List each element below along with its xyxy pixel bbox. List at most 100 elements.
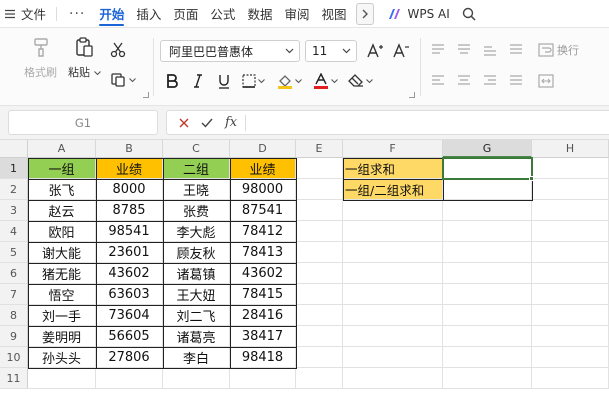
- cell-c11[interactable]: [163, 368, 230, 389]
- cell-c5[interactable]: 顾友秋: [163, 242, 230, 263]
- cell-b9[interactable]: 56605: [96, 326, 163, 347]
- cell-b11[interactable]: [96, 368, 163, 389]
- cell-c7[interactable]: 王大妞: [163, 284, 230, 305]
- italic-button[interactable]: [186, 70, 210, 92]
- cell-b8[interactable]: 73604: [96, 305, 163, 326]
- cell-h10[interactable]: [532, 347, 609, 368]
- cell-f7[interactable]: [343, 284, 443, 305]
- cell-g3[interactable]: [443, 200, 532, 221]
- cell-f4[interactable]: [343, 221, 443, 242]
- cell-f1[interactable]: 一组求和: [343, 158, 443, 179]
- cell-d1[interactable]: 业绩: [230, 158, 296, 179]
- bold-button[interactable]: [162, 70, 182, 92]
- cell-f9[interactable]: [343, 326, 443, 347]
- cell-h6[interactable]: [532, 263, 609, 284]
- border-button[interactable]: [238, 70, 268, 92]
- cell-d7[interactable]: 78415: [230, 284, 296, 305]
- column-header-f[interactable]: F: [343, 140, 443, 158]
- cell-e9[interactable]: [296, 326, 343, 347]
- cell-d5[interactable]: 78413: [230, 242, 296, 263]
- cell-c8[interactable]: 刘二飞: [163, 305, 230, 326]
- search-button[interactable]: [462, 7, 476, 21]
- cell-e6[interactable]: [296, 263, 343, 284]
- cell-c1[interactable]: 二组: [163, 158, 230, 179]
- cell-g2[interactable]: [443, 179, 532, 200]
- cell-b4[interactable]: 98541: [96, 221, 163, 242]
- font-color-button[interactable]: [308, 70, 342, 92]
- font-group-launcher[interactable]: [409, 92, 415, 98]
- align-left-button[interactable]: [430, 72, 446, 90]
- cell-a6[interactable]: 猪无能: [28, 263, 96, 284]
- row-header-6[interactable]: 6: [0, 263, 28, 284]
- cell-e10[interactable]: [296, 347, 343, 368]
- cut-button[interactable]: [108, 40, 128, 60]
- column-header-e[interactable]: E: [296, 140, 343, 158]
- fill-color-button[interactable]: [272, 70, 306, 92]
- cell-f2[interactable]: 一组/二组求和: [343, 179, 443, 200]
- cell-g11[interactable]: [443, 368, 532, 389]
- row-header-7[interactable]: 7: [0, 284, 28, 305]
- copy-button[interactable]: [108, 70, 138, 90]
- cell-a2[interactable]: 张飞: [28, 179, 96, 200]
- cell-a7[interactable]: 悟空: [28, 284, 96, 305]
- cell-d3[interactable]: 87541: [230, 200, 296, 221]
- cell-f10[interactable]: [343, 347, 443, 368]
- cell-b1[interactable]: 业绩: [96, 158, 163, 179]
- tab-view[interactable]: 视图: [315, 0, 352, 28]
- cell-a8[interactable]: 刘一手: [28, 305, 96, 326]
- cell-h11[interactable]: [532, 368, 609, 389]
- row-header-5[interactable]: 5: [0, 242, 28, 263]
- tab-data[interactable]: 数据: [241, 0, 278, 28]
- cell-b2[interactable]: 8000: [96, 179, 163, 200]
- cell-g1[interactable]: [443, 158, 532, 179]
- justify-button[interactable]: [508, 72, 524, 90]
- cell-f5[interactable]: [343, 242, 443, 263]
- align-top-button[interactable]: [430, 41, 446, 59]
- align-center-button[interactable]: [456, 72, 472, 90]
- cell-d6[interactable]: 43602: [230, 263, 296, 284]
- column-header-b[interactable]: B: [96, 140, 163, 158]
- cell-g4[interactable]: [443, 221, 532, 242]
- cell-e5[interactable]: [296, 242, 343, 263]
- cell-b3[interactable]: 8785: [96, 200, 163, 221]
- file-menu[interactable]: 文件: [0, 0, 52, 28]
- cell-f11[interactable]: [343, 368, 443, 389]
- cell-b5[interactable]: 23601: [96, 242, 163, 263]
- align-bottom-button[interactable]: [482, 41, 498, 59]
- row-header-2[interactable]: 2: [0, 179, 28, 200]
- cell-d9[interactable]: 38417: [230, 326, 296, 347]
- format-painter-button[interactable]: 格式刷: [24, 36, 57, 80]
- clear-format-button[interactable]: [344, 70, 376, 92]
- select-all-corner[interactable]: [0, 140, 28, 158]
- name-box[interactable]: G1: [8, 110, 158, 135]
- font-name-select[interactable]: 阿里巴巴普惠体: [160, 40, 300, 62]
- align-right-button[interactable]: [482, 72, 498, 90]
- cell-a1[interactable]: 一组: [28, 158, 96, 179]
- cell-c6[interactable]: 诸葛镇: [163, 263, 230, 284]
- font-size-select[interactable]: 11: [305, 40, 357, 62]
- paste-button[interactable]: 粘贴: [68, 36, 101, 80]
- cell-d2[interactable]: 98000: [230, 179, 296, 200]
- column-header-d[interactable]: D: [230, 140, 296, 158]
- cell-f3[interactable]: [343, 200, 443, 221]
- cell-h1[interactable]: [532, 158, 609, 179]
- cell-g7[interactable]: [443, 284, 532, 305]
- decrease-font-size-button[interactable]: [392, 41, 410, 61]
- cell-h5[interactable]: [532, 242, 609, 263]
- cell-c10[interactable]: 李白: [163, 347, 230, 368]
- tab-page[interactable]: 页面: [167, 0, 204, 28]
- cell-h4[interactable]: [532, 221, 609, 242]
- cell-e8[interactable]: [296, 305, 343, 326]
- cell-f8[interactable]: [343, 305, 443, 326]
- cell-g5[interactable]: [443, 242, 532, 263]
- cell-e3[interactable]: [296, 200, 343, 221]
- row-header-8[interactable]: 8: [0, 305, 28, 326]
- cell-a4[interactable]: 欧阳: [28, 221, 96, 242]
- cell-d4[interactable]: 78412: [230, 221, 296, 242]
- cell-e1[interactable]: [296, 158, 343, 179]
- column-header-a[interactable]: A: [28, 140, 96, 158]
- tab-insert[interactable]: 插入: [130, 0, 167, 28]
- row-header-3[interactable]: 3: [0, 200, 28, 221]
- cancel-formula-button[interactable]: [179, 118, 189, 128]
- column-header-h[interactable]: H: [532, 140, 609, 158]
